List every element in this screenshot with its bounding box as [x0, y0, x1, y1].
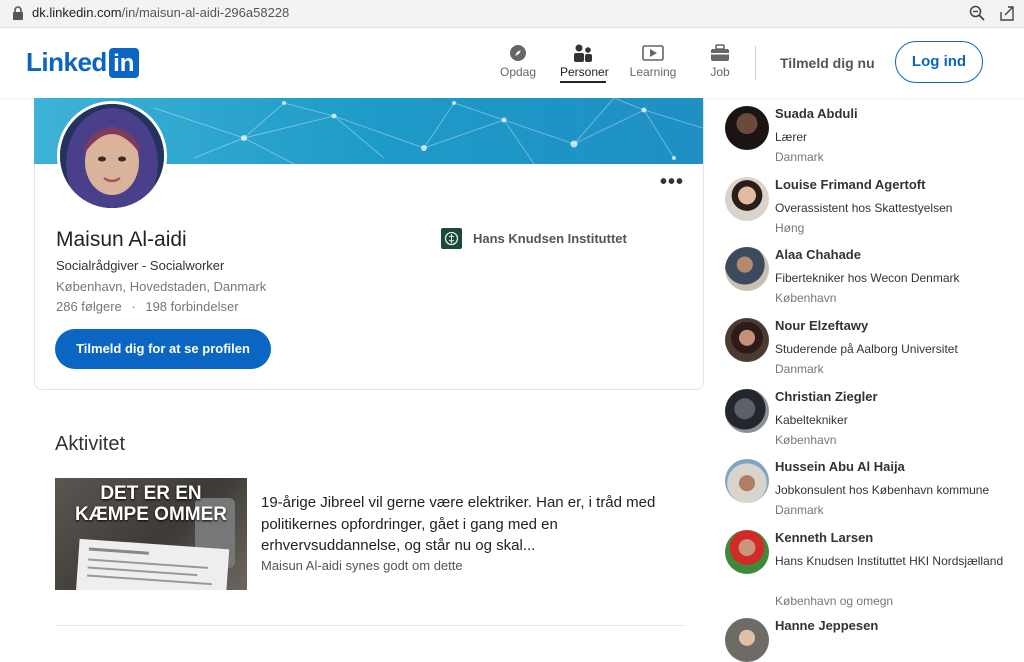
company-name: Hans Knudsen Instituttet: [473, 231, 627, 246]
nav-item-learning[interactable]: Learning: [618, 42, 688, 79]
nav-label: Learning: [629, 65, 677, 79]
activity-post-text[interactable]: 19-årige Jibreel vil gerne være elektrik…: [261, 492, 681, 557]
person-avatar: [725, 177, 769, 221]
followers-count: 286 følgere: [56, 299, 122, 314]
nav-item-job[interactable]: Job: [685, 42, 755, 79]
person-role: Kabeltekniker: [775, 413, 848, 427]
video-play-icon: [642, 45, 664, 61]
person-name: Nour Elzeftawy: [775, 318, 869, 333]
profile-avatar: [57, 101, 167, 211]
person-name: Louise Frimand Agertoft: [775, 177, 926, 192]
person-location: Danmark: [775, 362, 824, 376]
person-avatar: [725, 618, 769, 662]
nav-label: Opdag: [499, 65, 537, 79]
nav-label: Job: [710, 65, 730, 79]
section-divider: [55, 625, 685, 626]
profile-headline: Socialrådgiver - Socialworker: [56, 258, 225, 273]
post-image-caption: DET ER EN KÆMPE OMMER: [75, 483, 227, 525]
current-company[interactable]: Hans Knudsen Instituttet: [441, 228, 627, 249]
person-avatar: [725, 106, 769, 150]
person-name: Hussein Abu Al Haija: [775, 459, 905, 474]
person-role: Fibertekniker hos Wecon Denmark: [775, 271, 960, 285]
linkedin-logo[interactable]: Linked in: [26, 47, 139, 78]
person-avatar: [725, 389, 769, 433]
person-name: Alaa Chahade: [775, 247, 861, 262]
url-text[interactable]: dk.linkedin.com/in/maisun-al-aidi-296a58…: [32, 5, 289, 20]
person-role: Overassistent hos Skattestyelsen: [775, 201, 953, 215]
logo-box: in: [108, 47, 139, 78]
person-avatar: [725, 318, 769, 362]
person-avatar: [725, 530, 769, 574]
person-role: Lærer: [775, 130, 808, 144]
activity-post-meta: Maisun Al-aidi synes godt om dette: [261, 558, 463, 573]
activity-post-image[interactable]: DET ER EN KÆMPE OMMER: [55, 478, 247, 590]
login-button[interactable]: Log ind: [895, 41, 983, 83]
person-role: Studerende på Aalborg Universitet: [775, 342, 958, 356]
company-logo-icon: [441, 228, 462, 249]
profile-stats: 286 følgere · 198 forbindelser: [56, 299, 239, 314]
connections-count: 198 forbindelser: [145, 299, 239, 314]
person-name: Hanne Jeppesen: [775, 618, 879, 633]
person-location: Høng: [775, 221, 805, 235]
nav-divider: [755, 46, 756, 80]
browser-url-bar[interactable]: dk.linkedin.com/in/maisun-al-aidi-296a58…: [0, 0, 1024, 28]
share-icon[interactable]: [998, 4, 1016, 22]
profile-location: København, Hovedstaden, Danmark: [56, 279, 267, 294]
person-location: København og omegn: [775, 594, 894, 608]
person-role: Hans Knudsen Instituttet HKI Nordsjællan…: [775, 554, 1004, 568]
person-location: Danmark: [775, 150, 824, 164]
person-avatar: [725, 247, 769, 291]
person-name: Suada Abduli: [775, 106, 858, 121]
person-location: København: [775, 433, 837, 447]
person-name: Christian Ziegler: [775, 389, 878, 404]
person-location: Danmark: [775, 503, 824, 517]
top-navigation: Linked in Opdag Personer Learning Job Ti…: [0, 28, 1024, 98]
person-avatar: [725, 459, 769, 503]
nav-label: Personer: [560, 65, 609, 83]
person-location: København: [775, 291, 837, 305]
compass-icon: [510, 45, 526, 61]
join-to-view-profile-button[interactable]: Tilmeld dig for at se profilen: [55, 329, 271, 369]
activity-heading: Aktivitet: [55, 433, 126, 455]
more-options-button[interactable]: •••: [660, 172, 684, 192]
profile-name: Maisun Al-aidi: [56, 228, 187, 251]
nav-item-personer[interactable]: Personer: [548, 42, 618, 83]
people-icon: [574, 44, 592, 62]
briefcase-icon: [711, 44, 729, 61]
zoom-icon[interactable]: [968, 4, 986, 22]
nav-item-opdag[interactable]: Opdag: [483, 42, 553, 79]
person-name: Kenneth Larsen: [775, 530, 874, 545]
lock-icon: [13, 6, 23, 20]
person-role: Jobkonsulent hos København kommune: [775, 483, 990, 497]
logo-word: Linked: [26, 47, 107, 77]
join-now-link[interactable]: Tilmeld dig nu: [780, 55, 875, 71]
